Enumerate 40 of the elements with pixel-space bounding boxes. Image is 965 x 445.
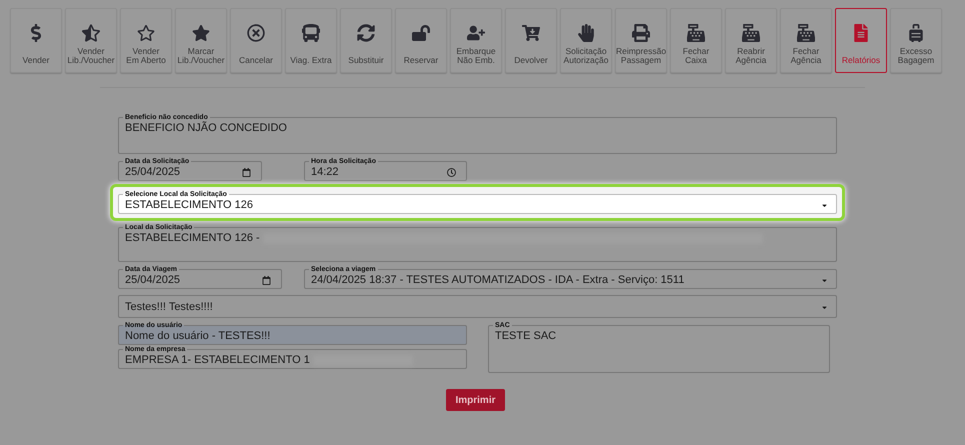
toolbar-button[interactable]: Vender Em Aberto [120, 8, 172, 73]
calendar-icon[interactable] [242, 168, 251, 177]
star-outline-icon [137, 24, 155, 42]
toolbar-button[interactable]: Cancelar [230, 8, 282, 73]
toolbar-button[interactable]: Reimpressão Passagem [615, 8, 667, 73]
clock-icon[interactable] [447, 168, 456, 177]
star-icon [192, 24, 210, 42]
cart-icon [522, 24, 540, 42]
option-select[interactable]: Testes!!! Testes!!!! [118, 295, 837, 318]
toolbar-button[interactable]: Viag. Extra [285, 8, 337, 73]
document-icon [852, 24, 870, 42]
calendar-icon[interactable] [262, 276, 271, 285]
refresh-icon [357, 24, 375, 42]
luggage-icon [907, 24, 925, 42]
dropdown-caret-icon[interactable] [821, 277, 828, 284]
dropdown-caret-icon[interactable] [821, 304, 828, 311]
toolbar-button[interactable]: Substituir [340, 8, 392, 73]
dropdown-caret-icon[interactable] [821, 202, 828, 209]
cash-register-icon [797, 24, 815, 42]
toolbar-button[interactable]: Fechar Agência [780, 8, 832, 73]
toolbar-button[interactable]: Excesso Bagagem [890, 8, 942, 73]
toolbar-button[interactable]: Reservar [395, 8, 447, 73]
unlock-icon [412, 24, 430, 42]
bus-icon [302, 24, 320, 42]
toolbar-button[interactable]: Embarque Não Emb. [450, 8, 502, 73]
print-button[interactable]: Imprimir [446, 389, 504, 411]
hand-icon [577, 24, 595, 42]
toolbar-button[interactable]: Devolver [505, 8, 557, 73]
toolbar-button[interactable]: Vender Lib./Voucher [65, 8, 117, 73]
toolbar-button[interactable]: Vender [10, 8, 62, 73]
toolbar-button[interactable]: Solicitação Autorização [560, 8, 612, 73]
toolbar-button[interactable]: Reabrir Agência [725, 8, 777, 73]
printer-icon [632, 24, 650, 42]
toolbar-button[interactable]: Relatórios [835, 8, 887, 73]
add-user-icon [467, 24, 485, 42]
cash-register-icon [742, 24, 760, 42]
toolbar-button[interactable]: Marcar Lib./Voucher [175, 8, 227, 73]
cash-register-icon [687, 24, 705, 42]
half-star-icon [82, 24, 100, 42]
toolbar-button[interactable]: Fechar Caixa [670, 8, 722, 73]
